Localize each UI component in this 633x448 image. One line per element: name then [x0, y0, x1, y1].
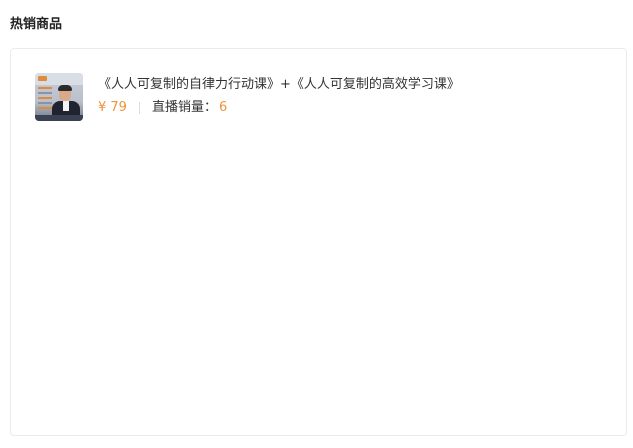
- product-thumbnail[interactable]: [35, 73, 83, 121]
- hot-products-card: 《人人可复制的自律力行动课》+《人人可复制的高效学习课》 ¥ 79 直播销量： …: [10, 48, 627, 436]
- section-title: 热销商品: [10, 17, 63, 32]
- thumbnail-person-hair: [58, 85, 72, 91]
- product-info: 《人人可复制的自律力行动课》+《人人可复制的高效学习课》 ¥ 79 直播销量： …: [98, 73, 610, 117]
- thumbnail-footer-band: [35, 115, 83, 121]
- product-item[interactable]: 《人人可复制的自律力行动课》+《人人可复制的高效学习课》 ¥ 79 直播销量： …: [35, 73, 610, 121]
- thumbnail-badge: [38, 76, 47, 81]
- thumbnail-text-lines: [38, 87, 52, 112]
- product-price: ¥ 79: [98, 100, 127, 115]
- product-title[interactable]: 《人人可复制的自律力行动课》+《人人可复制的高效学习课》: [98, 75, 610, 95]
- meta-divider: [138, 102, 140, 114]
- sales-label: 直播销量：: [151, 100, 217, 115]
- product-meta: ¥ 79 直播销量： 6: [98, 99, 610, 117]
- thumbnail-person-shirt: [63, 101, 69, 111]
- sales-value: 6: [218, 100, 228, 115]
